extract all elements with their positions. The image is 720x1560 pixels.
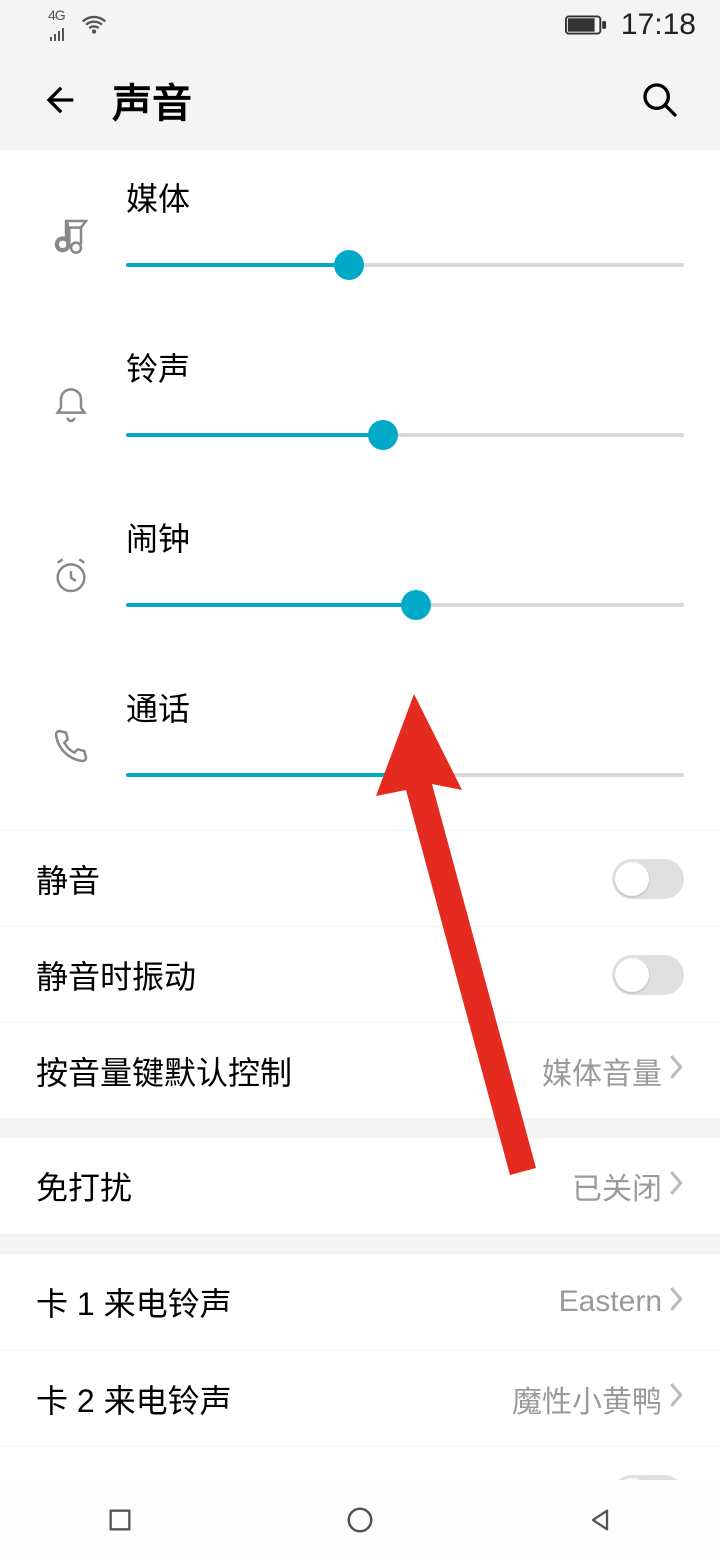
status-left: 4G: [48, 7, 108, 43]
phone-icon: [36, 684, 106, 766]
slider-media[interactable]: [126, 250, 684, 280]
chevron-right-icon: [668, 1284, 684, 1321]
slider-row-media: 媒体: [0, 150, 720, 320]
wifi-icon: [80, 14, 108, 36]
back-button[interactable]: [30, 70, 90, 130]
network-4g-icon: 4G: [48, 7, 70, 43]
toggle-vibrate-on-mute[interactable]: [612, 955, 684, 995]
row-dnd-value: 已关闭: [572, 1164, 662, 1208]
nav-back-button[interactable]: [575, 1495, 625, 1545]
row-vibrate-on-mute[interactable]: 静音时振动: [0, 926, 720, 1022]
row-mute-label: 静音: [36, 856, 612, 902]
chevron-right-icon: [668, 1052, 684, 1089]
chevron-right-icon: [668, 1168, 684, 1205]
row-volume-key-value: 媒体音量: [542, 1049, 662, 1093]
row-volume-key[interactable]: 按音量键默认控制 媒体音量: [0, 1022, 720, 1118]
nav-home-button[interactable]: [335, 1495, 385, 1545]
content: 媒体 铃声 闹钟: [0, 150, 720, 1560]
slider-alarm[interactable]: [126, 590, 684, 620]
music-note-icon: [36, 174, 106, 256]
status-time: 17:18: [621, 8, 696, 42]
slider-row-ring: 铃声: [0, 320, 720, 490]
search-button[interactable]: [630, 70, 690, 130]
slider-call[interactable]: [126, 760, 684, 790]
row-mute[interactable]: 静音: [0, 830, 720, 926]
section-gap: [0, 1118, 720, 1138]
bell-icon: [36, 344, 106, 426]
row-sim2-ringtone[interactable]: 卡 2 来电铃声 魔性小黄鸭: [0, 1350, 720, 1446]
row-volume-key-label: 按音量键默认控制: [36, 1048, 542, 1094]
row-sim1-ringtone[interactable]: 卡 1 来电铃声 Eastern: [0, 1254, 720, 1350]
status-right: 17:18: [565, 8, 696, 42]
alarm-clock-icon: [36, 514, 106, 596]
slider-ring[interactable]: [126, 420, 684, 450]
header: 声音: [0, 50, 720, 150]
slider-row-alarm: 闹钟: [0, 490, 720, 660]
slider-label-call: 通话: [126, 684, 684, 730]
status-bar: 4G 17:18: [0, 0, 720, 50]
battery-icon: [565, 15, 607, 35]
row-sim1-ringtone-value: Eastern: [559, 1285, 662, 1319]
slider-label-media: 媒体: [126, 174, 684, 220]
toggle-mute[interactable]: [612, 859, 684, 899]
section-gap: [0, 1234, 720, 1254]
row-vibrate-on-mute-label: 静音时振动: [36, 952, 612, 998]
row-sim2-ringtone-label: 卡 2 来电铃声: [36, 1376, 512, 1422]
page-title: 声音: [112, 71, 630, 129]
row-dnd-label: 免打扰: [36, 1163, 572, 1209]
row-sim1-ringtone-label: 卡 1 来电铃声: [36, 1279, 559, 1325]
nav-recent-button[interactable]: [95, 1495, 145, 1545]
system-nav-bar: [0, 1480, 720, 1560]
row-sim2-ringtone-value: 魔性小黄鸭: [512, 1377, 662, 1421]
slider-label-alarm: 闹钟: [126, 514, 684, 560]
row-dnd[interactable]: 免打扰 已关闭: [0, 1138, 720, 1234]
chevron-right-icon: [668, 1380, 684, 1417]
slider-label-ring: 铃声: [126, 344, 684, 390]
slider-row-call: 通话: [0, 660, 720, 830]
